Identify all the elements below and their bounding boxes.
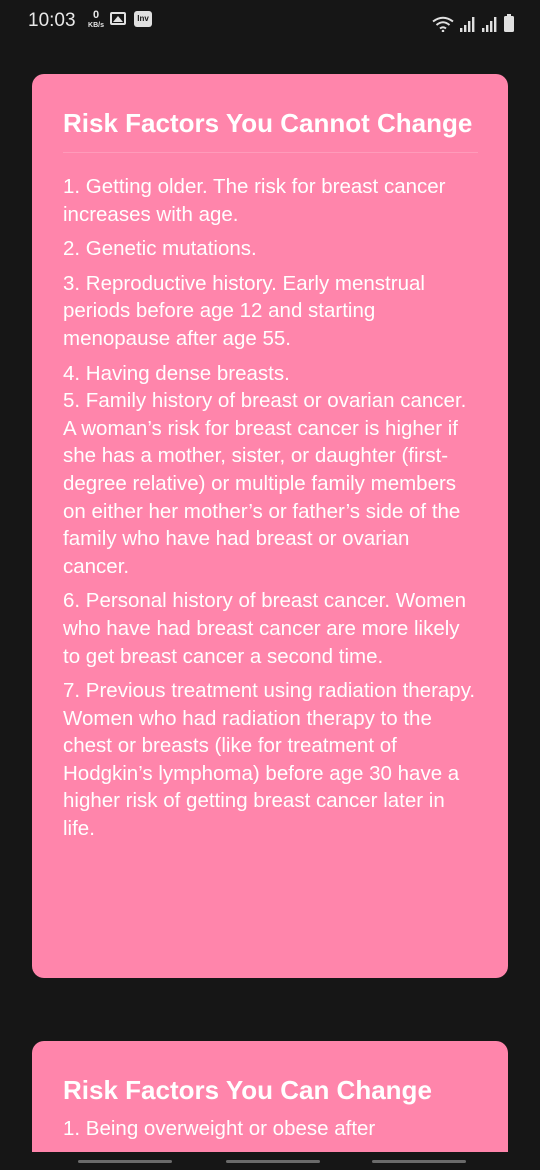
inv-notification-icon: Inv bbox=[134, 11, 152, 27]
battery-icon bbox=[504, 14, 514, 32]
list-item: 1. Being overweight or obese after bbox=[63, 1117, 376, 1140]
list-item: 1. Getting older. The risk for breast ca… bbox=[63, 175, 446, 226]
risk-factor-list: 1. Getting older. The risk for breast ca… bbox=[63, 173, 478, 843]
network-speed-indicator: 0 KB/s bbox=[86, 9, 106, 30]
list-item: 6. Personal history of breast cancer. Wo… bbox=[63, 589, 466, 668]
card-divider bbox=[63, 152, 478, 153]
card-title: Risk Factors You Cannot Change bbox=[63, 108, 473, 138]
network-speed-value: 0 bbox=[92, 9, 100, 21]
card-title: Risk Factors You Can Change bbox=[63, 1075, 432, 1105]
status-time: 10:03 bbox=[28, 10, 76, 31]
gallery-icon bbox=[110, 12, 126, 25]
list-item: 7. Previous treatment using radiation th… bbox=[63, 679, 476, 841]
gesture-handle-right[interactable] bbox=[372, 1160, 466, 1163]
list-item: 5. Family history of breast or ovarian c… bbox=[63, 389, 467, 578]
list-item: 3. Reproductive history. Early menstrual… bbox=[63, 271, 425, 350]
wifi-icon bbox=[432, 16, 454, 32]
signal-icon-2 bbox=[482, 16, 498, 32]
list-item: 2. Genetic mutations. bbox=[63, 237, 257, 261]
risk-factor-list: 1. Being overweight or obese after bbox=[63, 1115, 478, 1143]
signal-icon bbox=[460, 16, 476, 32]
app-screen: 10:03 0 KB/s Inv Risk Factors You Cannot… bbox=[0, 0, 540, 1170]
network-speed-unit: KB/s bbox=[88, 22, 104, 29]
risk-factors-can-change-card: Risk Factors You Can Change 1. Being ove… bbox=[32, 1041, 508, 1170]
navigation-gesture-bar[interactable] bbox=[0, 1152, 540, 1170]
risk-factors-cannot-change-card: Risk Factors You Cannot Change 1. Gettin… bbox=[32, 74, 508, 978]
gesture-handle-left[interactable] bbox=[78, 1160, 172, 1163]
gesture-handle-home[interactable] bbox=[226, 1160, 320, 1163]
status-bar: 10:03 0 KB/s Inv bbox=[0, 0, 540, 44]
list-item: 4. Having dense breasts. bbox=[63, 361, 290, 385]
status-icons bbox=[432, 12, 514, 32]
